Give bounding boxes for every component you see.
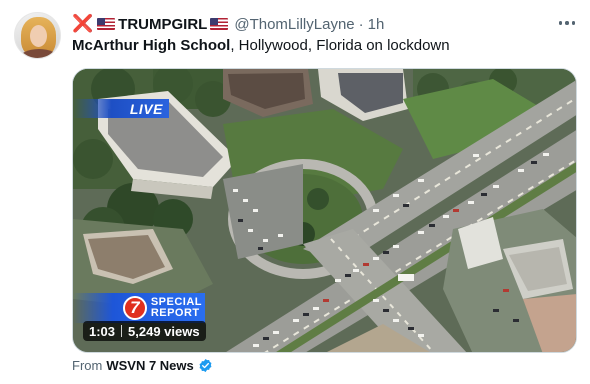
cross-mark-icon: ❌ (72, 14, 94, 33)
verified-badge-icon (199, 358, 212, 373)
special-report-line2: REPORT (150, 307, 200, 319)
video-player[interactable]: LIVE 7 SPECIAL REPORT 1:03 5,249 views (72, 68, 577, 353)
video-view-count: 5,249 views (128, 323, 200, 339)
author-handle[interactable]: @ThomLillyLayne (234, 16, 354, 33)
header-separator: · (358, 15, 364, 33)
tweet-timestamp[interactable]: 1h (368, 16, 385, 33)
channel-special-report-bug: 7 SPECIAL REPORT (73, 293, 205, 323)
live-label: LIVE (129, 100, 163, 117)
source-prefix: From (72, 358, 103, 373)
video-meta-divider (121, 325, 123, 337)
tweet-text-rest: , Hollywood, Florida on lockdown (230, 37, 450, 54)
video-duration: 1:03 (89, 323, 116, 339)
more-options-icon[interactable] (556, 14, 578, 32)
source-account-name[interactable]: WSVN 7 News (106, 358, 193, 373)
avatar-face (30, 25, 47, 47)
video-meta-overlay: 1:03 5,249 views (83, 321, 206, 341)
tweet-header: ❌ TRUMPGIRL @ThomLillyLayne · 1h (72, 14, 384, 34)
tweet-text: McArthur High School, Hollywood, Florida… (72, 37, 450, 54)
us-flag-icon (97, 18, 116, 30)
channel-7-logo-icon: 7 (122, 296, 147, 320)
us-flag-icon (210, 18, 229, 30)
tweet-card[interactable]: ❌ TRUMPGIRL @ThomLillyLayne · 1h McArthu… (0, 0, 590, 384)
special-report-label: SPECIAL REPORT (151, 297, 202, 319)
media-source-line: From WSVN 7 News (72, 358, 213, 373)
author-avatar[interactable] (14, 12, 61, 59)
live-badge: LIVE (73, 99, 169, 118)
tweet-text-bold: McArthur High School (72, 37, 231, 54)
author-display-name[interactable]: TRUMPGIRL (118, 16, 207, 33)
